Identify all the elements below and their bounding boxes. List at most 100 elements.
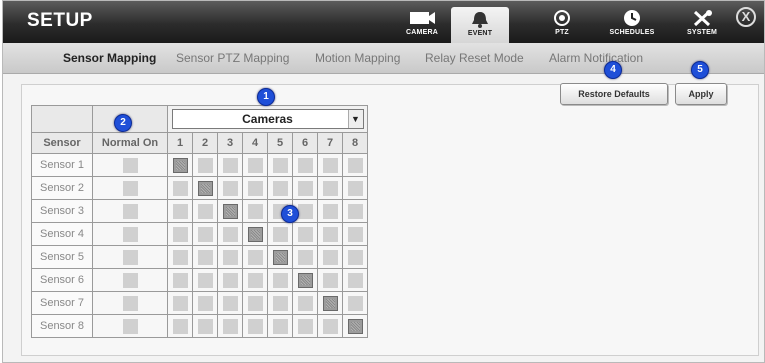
camera-mapping-checkbox[interactable] bbox=[222, 203, 238, 219]
camera-mapping-checkbox[interactable] bbox=[347, 226, 363, 242]
sensor-label: Sensor 4 bbox=[31, 222, 93, 246]
camera-mapping-checkbox[interactable] bbox=[272, 249, 288, 265]
tab-relay-reset-mode[interactable]: Relay Reset Mode bbox=[425, 51, 524, 65]
camera-mapping-checkbox[interactable] bbox=[247, 180, 263, 196]
camera-mapping-checkbox[interactable] bbox=[197, 249, 213, 265]
mapping-cell bbox=[342, 176, 368, 200]
normal-on-checkbox[interactable] bbox=[122, 180, 138, 196]
camera-mapping-checkbox[interactable] bbox=[222, 180, 238, 196]
camera-mapping-checkbox[interactable] bbox=[322, 318, 338, 334]
camera-mapping-checkbox[interactable] bbox=[322, 295, 338, 311]
camera-mapping-checkbox[interactable] bbox=[247, 226, 263, 242]
camera-mapping-checkbox[interactable] bbox=[272, 226, 288, 242]
camera-mapping-checkbox[interactable] bbox=[322, 249, 338, 265]
nav-camera[interactable]: CAMERA bbox=[393, 1, 451, 43]
camera-mapping-checkbox[interactable] bbox=[197, 272, 213, 288]
normal-on-checkbox[interactable] bbox=[122, 295, 138, 311]
nav-event[interactable]: EVENT bbox=[451, 7, 509, 43]
camera-mapping-checkbox[interactable] bbox=[322, 180, 338, 196]
restore-defaults-button[interactable]: Restore Defaults bbox=[560, 83, 668, 105]
nav-schedules[interactable]: SCHEDULES bbox=[603, 1, 661, 43]
tab-motion-mapping[interactable]: Motion Mapping bbox=[315, 51, 400, 65]
camera-mapping-checkbox[interactable] bbox=[347, 203, 363, 219]
camera-mapping-checkbox[interactable] bbox=[222, 249, 238, 265]
camera-mapping-checkbox[interactable] bbox=[222, 226, 238, 242]
camera-mapping-checkbox[interactable] bbox=[172, 226, 188, 242]
tab-sensor-ptz-mapping[interactable]: Sensor PTZ Mapping bbox=[176, 51, 289, 65]
camera-mapping-checkbox[interactable] bbox=[347, 272, 363, 288]
camera-mapping-checkbox[interactable] bbox=[172, 318, 188, 334]
close-button[interactable]: X bbox=[736, 7, 756, 27]
camera-mapping-checkbox[interactable] bbox=[297, 180, 313, 196]
camera-mapping-checkbox[interactable] bbox=[297, 226, 313, 242]
camera-mapping-checkbox[interactable] bbox=[222, 157, 238, 173]
camera-mapping-checkbox[interactable] bbox=[172, 203, 188, 219]
camera-mapping-checkbox[interactable] bbox=[297, 203, 313, 219]
camera-mapping-checkbox[interactable] bbox=[322, 226, 338, 242]
camera-mapping-checkbox[interactable] bbox=[297, 157, 313, 173]
camera-mapping-checkbox[interactable] bbox=[272, 318, 288, 334]
mapping-cell bbox=[167, 268, 193, 292]
camera-mapping-checkbox[interactable] bbox=[322, 157, 338, 173]
normal-on-checkbox[interactable] bbox=[122, 272, 138, 288]
camera-mapping-checkbox[interactable] bbox=[347, 180, 363, 196]
camera-mapping-checkbox[interactable] bbox=[247, 249, 263, 265]
camera-mapping-checkbox[interactable] bbox=[347, 295, 363, 311]
camera-mapping-checkbox[interactable] bbox=[297, 249, 313, 265]
camera-mapping-checkbox[interactable] bbox=[197, 295, 213, 311]
camera-mapping-checkbox[interactable] bbox=[272, 180, 288, 196]
normal-on-checkbox[interactable] bbox=[122, 249, 138, 265]
camera-mapping-checkbox[interactable] bbox=[197, 157, 213, 173]
camera-mapping-checkbox[interactable] bbox=[197, 226, 213, 242]
camera-mapping-checkbox[interactable] bbox=[222, 318, 238, 334]
cameras-dropdown[interactable]: Cameras ▼ bbox=[171, 109, 364, 129]
camera-mapping-checkbox[interactable] bbox=[247, 295, 263, 311]
nav-ptz[interactable]: PTZ bbox=[533, 1, 591, 43]
camera-mapping-checkbox[interactable] bbox=[172, 157, 188, 173]
camera-mapping-checkbox[interactable] bbox=[322, 272, 338, 288]
chevron-down-icon[interactable]: ▼ bbox=[347, 110, 363, 128]
mapping-cell bbox=[317, 222, 343, 246]
mapping-cell bbox=[292, 291, 318, 315]
nav-system[interactable]: SYSTEM bbox=[673, 1, 731, 43]
camera-mapping-checkbox[interactable] bbox=[172, 272, 188, 288]
tab-alarm-notification[interactable]: Alarm Notification bbox=[549, 51, 643, 65]
camera-mapping-checkbox[interactable] bbox=[172, 249, 188, 265]
mapping-cell bbox=[242, 176, 268, 200]
mapping-cell bbox=[192, 268, 218, 292]
mapping-cell bbox=[342, 268, 368, 292]
camera-mapping-checkbox[interactable] bbox=[197, 180, 213, 196]
camera-mapping-checkbox[interactable] bbox=[297, 295, 313, 311]
camera-mapping-checkbox[interactable] bbox=[347, 157, 363, 173]
camera-mapping-checkbox[interactable] bbox=[322, 203, 338, 219]
mapping-cell bbox=[192, 314, 218, 338]
camera-mapping-checkbox[interactable] bbox=[247, 272, 263, 288]
normal-on-checkbox[interactable] bbox=[122, 318, 138, 334]
camera-mapping-checkbox[interactable] bbox=[272, 272, 288, 288]
camera-mapping-checkbox[interactable] bbox=[297, 318, 313, 334]
camera-mapping-checkbox[interactable] bbox=[297, 272, 313, 288]
camera-mapping-checkbox[interactable] bbox=[222, 295, 238, 311]
normal-on-checkbox[interactable] bbox=[122, 157, 138, 173]
mapping-cell bbox=[267, 268, 293, 292]
camera-mapping-checkbox[interactable] bbox=[222, 272, 238, 288]
mapping-cell bbox=[317, 291, 343, 315]
camera-mapping-checkbox[interactable] bbox=[247, 157, 263, 173]
mapping-cell bbox=[192, 291, 218, 315]
normal-on-checkbox[interactable] bbox=[122, 203, 138, 219]
camera-mapping-checkbox[interactable] bbox=[272, 295, 288, 311]
camera-mapping-checkbox[interactable] bbox=[172, 295, 188, 311]
camera-mapping-checkbox[interactable] bbox=[347, 318, 363, 334]
camera-mapping-checkbox[interactable] bbox=[347, 249, 363, 265]
camera-mapping-checkbox[interactable] bbox=[197, 203, 213, 219]
apply-button[interactable]: Apply bbox=[675, 83, 727, 105]
normal-on-checkbox[interactable] bbox=[122, 226, 138, 242]
camera-mapping-checkbox[interactable] bbox=[247, 203, 263, 219]
mapping-cell bbox=[317, 153, 343, 177]
tab-sensor-mapping[interactable]: Sensor Mapping bbox=[63, 51, 156, 65]
table-row: Sensor 8 bbox=[31, 314, 368, 338]
camera-mapping-checkbox[interactable] bbox=[247, 318, 263, 334]
camera-mapping-checkbox[interactable] bbox=[197, 318, 213, 334]
camera-mapping-checkbox[interactable] bbox=[172, 180, 188, 196]
camera-mapping-checkbox[interactable] bbox=[272, 157, 288, 173]
